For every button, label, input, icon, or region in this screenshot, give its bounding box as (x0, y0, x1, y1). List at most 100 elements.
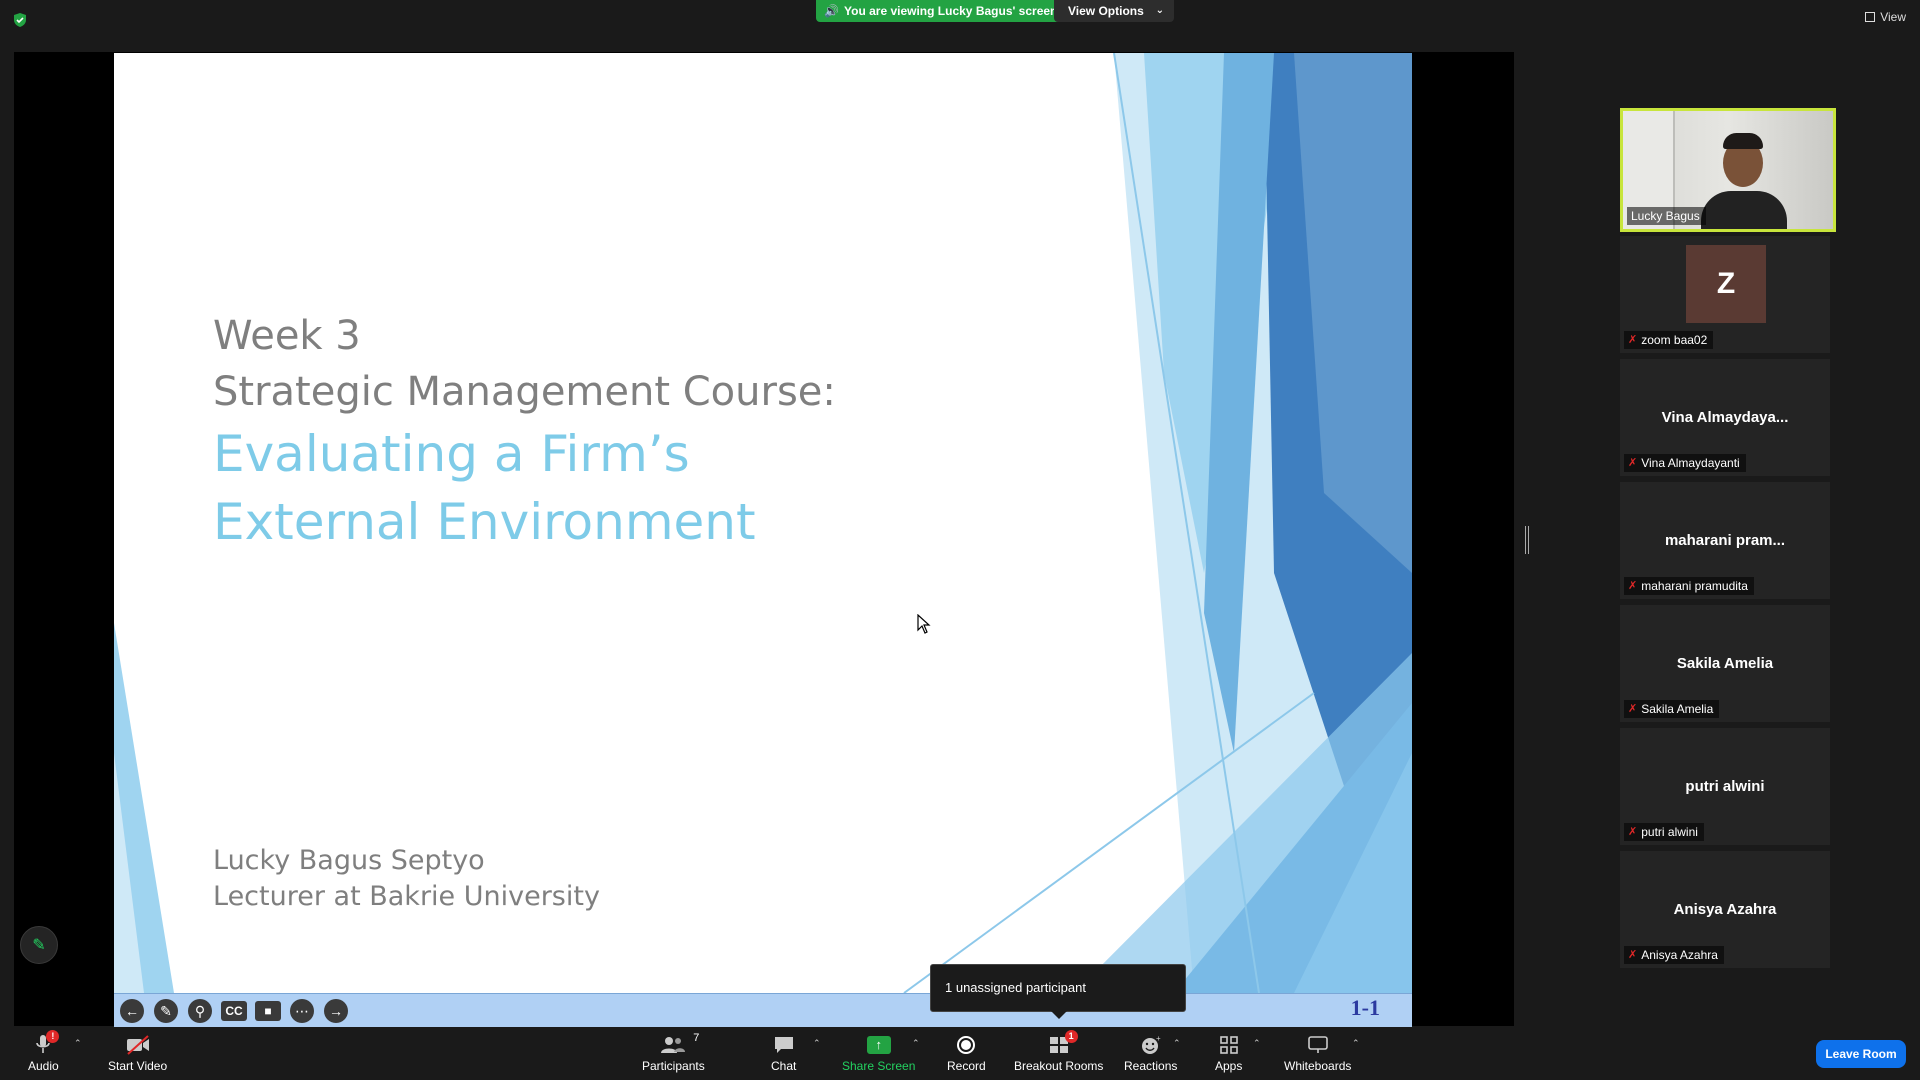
participant-name: maharani pramudita (1641, 579, 1748, 593)
pen-icon: ✎ (154, 999, 178, 1023)
participant-name: Anisya Azahra (1641, 948, 1718, 962)
presentation-slide: Week 3 Strategic Management Course: Eval… (114, 53, 1412, 993)
more-options-button[interactable]: ⋯ (288, 997, 316, 1025)
audio-button[interactable]: ! Audio (28, 1030, 60, 1078)
viewing-screen-text: You are viewing Lucky Bagus' screen (844, 4, 1058, 18)
whiteboards-button[interactable]: Whiteboards (1284, 1032, 1351, 1078)
audio-options-caret-icon[interactable]: ⌃ (74, 1038, 82, 1049)
previous-slide-button[interactable]: ← (118, 997, 146, 1025)
microphone-muted-icon: ✗ (1628, 949, 1638, 961)
share-screen-icon: ↑ (866, 1032, 891, 1058)
participants-button[interactable]: 7 Participants (642, 1032, 705, 1078)
arrow-right-icon: → (324, 999, 348, 1023)
chat-bubble-icon (773, 1032, 795, 1058)
participant-name: zoom baa02 (1641, 333, 1708, 347)
participant-tile[interactable]: Sakila Amelia ✗ Sakila Amelia (1620, 605, 1830, 722)
view-button[interactable]: View (1865, 10, 1906, 24)
breakout-rooms-button[interactable]: 1 Breakout Rooms (1014, 1030, 1104, 1078)
meeting-toolbar: ! Audio ⌃ Start Video 7 Participants Cha… (0, 1028, 1920, 1080)
video-off-icon (125, 1032, 151, 1058)
breakout-rooms-badge: 1 (1064, 1030, 1078, 1043)
chat-options-caret-icon[interactable]: ⌃ (813, 1038, 821, 1049)
participant-tile[interactable]: putri alwini ✗ putri alwini (1620, 728, 1830, 845)
pencil-icon: ✎ (32, 937, 46, 954)
microphone-muted-icon: ✗ (1628, 580, 1638, 592)
viewing-screen-banner: 🔊 You are viewing Lucky Bagus' screen (816, 0, 1070, 22)
unassigned-participant-tooltip: 1 unassigned participant (930, 964, 1186, 1019)
next-slide-button[interactable]: → (322, 997, 350, 1025)
start-video-label: Start Video (108, 1059, 168, 1073)
apps-label: Apps (1215, 1059, 1243, 1073)
breakout-rooms-icon: 1 (1048, 1030, 1078, 1058)
participant-tile-active-speaker[interactable]: Lucky Bagus (1620, 108, 1836, 232)
slide-author-name: Lucky Bagus Septyo (213, 845, 485, 876)
participant-name-label: ✗ maharani pramudita (1624, 577, 1754, 595)
apps-options-caret-icon[interactable]: ⌃ (1253, 1038, 1261, 1049)
slide-title-line-2: External Environment (213, 493, 756, 551)
breakout-rooms-label: Breakout Rooms (1014, 1059, 1104, 1073)
grid-view-icon (1865, 12, 1876, 22)
video-camera-icon: ■ (255, 1001, 281, 1021)
reaction-smiley-icon: + (1140, 1032, 1162, 1058)
view-options-label: View Options (1068, 4, 1144, 18)
participant-tile[interactable]: Anisya Azahra ✗ Anisya Azahra (1620, 851, 1830, 968)
leave-room-button[interactable]: Leave Room (1816, 1040, 1906, 1068)
reactions-button[interactable]: + Reactions (1124, 1032, 1177, 1078)
participant-name-label: ✗ zoom baa02 (1624, 331, 1714, 349)
slide-title-line-1: Evaluating a Firm’s (213, 425, 690, 483)
participant-name-label: ✗ Anisya Azahra (1624, 946, 1724, 964)
whiteboards-label: Whiteboards (1284, 1059, 1352, 1073)
participant-name-label: Lucky Bagus (1627, 207, 1706, 225)
participant-name-label: ✗ putri alwini (1624, 823, 1704, 841)
participants-count: 7 (693, 1032, 700, 1044)
annotate-button[interactable]: ✎ (20, 926, 58, 964)
avatar-letter: Z (1716, 267, 1736, 300)
record-button[interactable]: Record (947, 1032, 986, 1078)
view-options-button[interactable]: View Options ⌄ (1054, 0, 1174, 22)
share-screen-label: Share Screen (842, 1059, 916, 1073)
slide-author-title: Lecturer at Bakrie University (213, 881, 600, 912)
record-label: Record (947, 1059, 986, 1073)
start-video-button[interactable]: Start Video (108, 1032, 167, 1078)
panel-resize-handle[interactable] (1525, 526, 1529, 554)
slide-title-block: Week 3 Strategic Management Course: Eval… (213, 308, 836, 556)
record-icon (957, 1032, 976, 1058)
slide-week-line: Week 3 (213, 313, 361, 359)
top-bar: 🔊 You are viewing Lucky Bagus' screen Vi… (0, 0, 1920, 27)
participant-strip: Lucky Bagus Z ✗ zoom baa02 Vina Almayday… (1620, 108, 1836, 974)
microphone-muted-icon: ✗ (1628, 334, 1638, 346)
zoom-button[interactable]: ⚲ (186, 997, 214, 1025)
participant-tile[interactable]: Vina Almaydaya... ✗ Vina Almaydayanti (1620, 359, 1830, 476)
magnifier-icon: ⚲ (188, 999, 212, 1023)
whiteboards-options-caret-icon[interactable]: ⌃ (1352, 1038, 1360, 1049)
security-shield-icon[interactable] (12, 12, 28, 28)
participant-tile[interactable]: maharani pram... ✗ maharani pramudita (1620, 482, 1830, 599)
view-label: View (1880, 10, 1906, 24)
apps-icon (1219, 1032, 1239, 1058)
share-options-caret-icon[interactable]: ⌃ (912, 1038, 920, 1049)
camera-toggle-button[interactable]: ■ (254, 997, 282, 1025)
whiteboard-icon (1307, 1032, 1329, 1058)
slide-author-block: Lucky Bagus Septyo Lecturer at Bakrie Un… (213, 843, 600, 915)
subtitles-button[interactable]: CC (220, 997, 248, 1025)
svg-text:+: + (1156, 1035, 1161, 1043)
speaker-icon: 🔊 (824, 4, 839, 18)
participant-name: Vina Almaydayanti (1641, 456, 1740, 470)
tooltip-text: 1 unassigned participant (945, 980, 1086, 995)
cc-icon: CC (221, 1001, 247, 1021)
slide-course-line: Strategic Management Course: (213, 369, 836, 415)
reactions-options-caret-icon[interactable]: ⌃ (1173, 1038, 1181, 1049)
chat-button[interactable]: Chat (771, 1032, 796, 1078)
participants-icon: 7 (659, 1032, 699, 1058)
participant-tile[interactable]: Z ✗ zoom baa02 (1620, 236, 1830, 353)
share-screen-button[interactable]: ↑ Share Screen (842, 1032, 915, 1078)
microphone-muted-icon: ✗ (1628, 826, 1638, 838)
reactions-label: Reactions (1124, 1059, 1178, 1073)
video-feed-person-body (1701, 191, 1787, 229)
participant-name: Sakila Amelia (1641, 702, 1714, 716)
pen-tool-button[interactable]: ✎ (152, 997, 180, 1025)
microphone-icon: ! (35, 1030, 60, 1058)
apps-button[interactable]: Apps (1215, 1032, 1242, 1078)
slideshow-toolbar: ← ✎ ⚲ CC ■ ⋯ → 1-1 (114, 993, 1412, 1027)
arrow-left-icon: ← (120, 999, 144, 1023)
